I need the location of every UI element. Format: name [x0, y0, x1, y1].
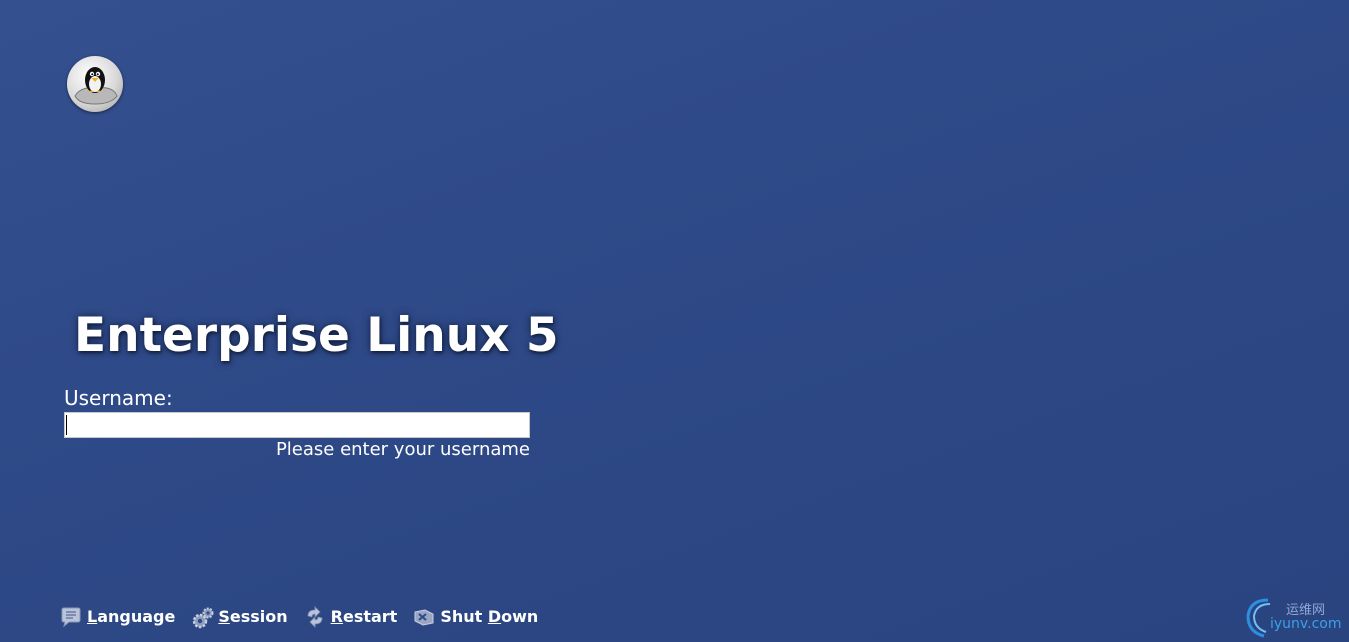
shutdown-icon [413, 606, 435, 628]
language-button[interactable]: Language [60, 606, 175, 628]
shutdown-label: Shut Down [440, 607, 539, 626]
restart-arrows-icon [304, 606, 326, 628]
username-hint: Please enter your username [275, 439, 530, 460]
speech-bubble-icon [60, 606, 82, 628]
restart-button[interactable]: Restart [304, 606, 398, 628]
text-cursor [66, 415, 67, 435]
session-button[interactable]: Session [191, 606, 288, 629]
bottom-action-bar: Language Session Restart Shut Down [60, 604, 554, 630]
watermark: 运维网 iyunv.com [1244, 596, 1344, 638]
username-label: Username: [64, 386, 173, 410]
gears-icon [191, 606, 214, 629]
username-input[interactable] [64, 412, 530, 438]
session-label: Session [218, 607, 288, 626]
tux-logo [67, 56, 123, 112]
tux-penguin-logo-icon [74, 67, 118, 105]
language-label: Language [87, 607, 176, 626]
shutdown-button[interactable]: Shut Down [413, 606, 538, 628]
watermark-bottom-text: iyunv.com [1270, 616, 1342, 632]
page-title: Enterprise Linux 5 [74, 308, 559, 363]
restart-label: Restart [330, 607, 398, 626]
